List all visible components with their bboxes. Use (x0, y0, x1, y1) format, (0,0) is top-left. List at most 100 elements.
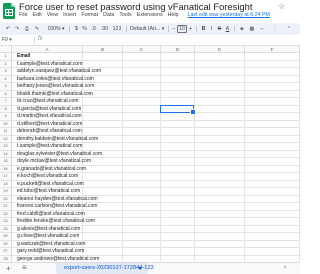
grid-cell[interactable] (245, 135, 300, 143)
menu-view[interactable]: View (47, 12, 58, 18)
row-header[interactable]: 19 (0, 188, 12, 196)
grid-cell[interactable] (123, 180, 161, 188)
selected-cell-outline[interactable] (160, 105, 196, 115)
grid-cell[interactable] (195, 128, 245, 136)
column-header-f[interactable]: F (245, 46, 300, 53)
row-header[interactable]: 17 (0, 173, 12, 181)
email-cell[interactable]: fred.cahill@test.vfanatical.com (17, 211, 85, 219)
grid-cell[interactable] (195, 90, 245, 98)
grid-cell[interactable] (123, 173, 161, 181)
grid-cell[interactable] (195, 165, 245, 173)
grid-cell[interactable] (161, 203, 195, 211)
sheets-logo-icon[interactable] (3, 3, 15, 19)
row-header[interactable]: 12 (0, 135, 12, 143)
grid-cell[interactable] (245, 60, 300, 68)
grid-cell[interactable] (195, 150, 245, 158)
bold-button[interactable]: B (200, 25, 207, 33)
grid-cell[interactable] (83, 53, 123, 61)
grid-cell[interactable] (245, 105, 300, 113)
print-icon[interactable]: ⎙ (23, 25, 31, 33)
select-all-corner[interactable] (0, 46, 12, 53)
email-cell[interactable]: gary.redd@test.vfanatical.com (17, 248, 84, 256)
email-cell[interactable]: addelyn.vasquez@test.vfanatical.com (17, 68, 101, 76)
grid-cell[interactable] (195, 83, 245, 91)
grid-cell[interactable] (195, 188, 245, 196)
grid-cell[interactable] (123, 68, 161, 76)
email-cell[interactable]: dorothy.baldwin@test.vfanatical.com (17, 136, 98, 144)
grid-cell[interactable] (83, 143, 123, 151)
grid-cell[interactable] (161, 75, 195, 83)
grid-cell[interactable] (123, 195, 161, 203)
font-size-increase-icon[interactable]: + (188, 25, 193, 33)
menu-help[interactable]: Help (168, 12, 179, 18)
add-sheet-icon[interactable]: + (6, 264, 11, 273)
grid-cell[interactable] (123, 83, 161, 91)
italic-button[interactable]: I (208, 25, 215, 33)
grid-cell[interactable] (123, 120, 161, 128)
grid-cell[interactable] (245, 173, 300, 181)
grid-cell[interactable] (195, 195, 245, 203)
row-header[interactable]: 23 (0, 218, 12, 226)
grid-cell[interactable] (161, 173, 195, 181)
grid-cell[interactable] (161, 225, 195, 233)
row-header[interactable]: 9 (0, 113, 12, 121)
grid-cell[interactable] (245, 233, 300, 241)
email-cell[interactable]: doyle.mclaw@test.vfanatical.com (17, 158, 91, 166)
column-header-a[interactable]: A (12, 46, 83, 53)
all-sheets-icon[interactable]: ≡ (22, 263, 27, 272)
email-cell[interactable]: freddie.fenske@test.vfanatical.com (17, 218, 95, 226)
grid-cell[interactable] (245, 248, 300, 256)
grid-cell[interactable] (83, 188, 123, 196)
row-header[interactable]: 3 (0, 68, 12, 76)
grid-cell[interactable] (195, 203, 245, 211)
grid-cell[interactable] (123, 143, 161, 151)
grid-cell[interactable] (123, 135, 161, 143)
grid-cell[interactable] (195, 53, 245, 61)
grid-cell[interactable] (195, 210, 245, 218)
grid-cell[interactable] (245, 90, 300, 98)
row-header[interactable]: 6 (0, 90, 12, 98)
font-select[interactable]: Default (Ari... ▾ (130, 25, 166, 33)
grid-cell[interactable] (245, 128, 300, 136)
grid-cell[interactable] (161, 150, 195, 158)
email-cell[interactable]: douglas.sylvester@test.vfanatical.com (17, 151, 102, 159)
column-header-c[interactable]: C (123, 46, 161, 53)
grid-cell[interactable] (161, 165, 195, 173)
grid-cell[interactable] (123, 225, 161, 233)
email-cell[interactable]: e.koch@test.vfanatical.com (17, 173, 78, 181)
grid-cell[interactable] (83, 248, 123, 256)
email-column-header-cell[interactable]: Email (17, 53, 30, 61)
grid-cell[interactable] (83, 105, 123, 113)
grid-cell[interactable] (123, 210, 161, 218)
grid-cell[interactable] (245, 158, 300, 166)
grid-cell[interactable] (161, 135, 195, 143)
sheet-tab-active[interactable]: export-users-20230127-172844-123 (56, 263, 154, 274)
grid-cell[interactable] (123, 188, 161, 196)
menu-file[interactable]: File (19, 12, 28, 18)
email-cell[interactable]: g.walczak@test.vfanatical.com (17, 241, 85, 249)
menu-tools[interactable]: Tools (119, 12, 131, 18)
currency-button[interactable]: $ (73, 25, 80, 33)
explore-icon[interactable]: › (284, 264, 286, 271)
grid-cell[interactable] (245, 98, 300, 106)
zoom-select[interactable]: 100% ▾ (46, 25, 66, 33)
email-cell[interactable]: bt.cruz@test.vfanatical.com (17, 98, 79, 106)
email-cell[interactable]: eleanor.hayden@test.vfanatical.com (17, 196, 98, 204)
grid-cell[interactable] (161, 248, 195, 256)
grid-cell[interactable] (195, 225, 245, 233)
grid-cell[interactable] (161, 188, 195, 196)
strikethrough-button[interactable]: S (216, 25, 223, 33)
email-cell[interactable]: bethany.jones@test.vfanatical.com (17, 83, 94, 91)
grid-cell[interactable] (195, 143, 245, 151)
grid-cell[interactable] (195, 218, 245, 226)
grid-cell[interactable] (123, 158, 161, 166)
grid-cell[interactable] (245, 68, 300, 76)
paint-format-icon[interactable]: ✎ (33, 25, 41, 33)
grid-cell[interactable] (161, 90, 195, 98)
grid-cell[interactable] (123, 240, 161, 248)
row-header[interactable]: 18 (0, 180, 12, 188)
row-header[interactable]: 21 (0, 203, 12, 211)
menu-data[interactable]: Data (103, 12, 114, 18)
font-size-decrease-icon[interactable]: − (171, 25, 176, 33)
grid-cell[interactable] (161, 143, 195, 151)
